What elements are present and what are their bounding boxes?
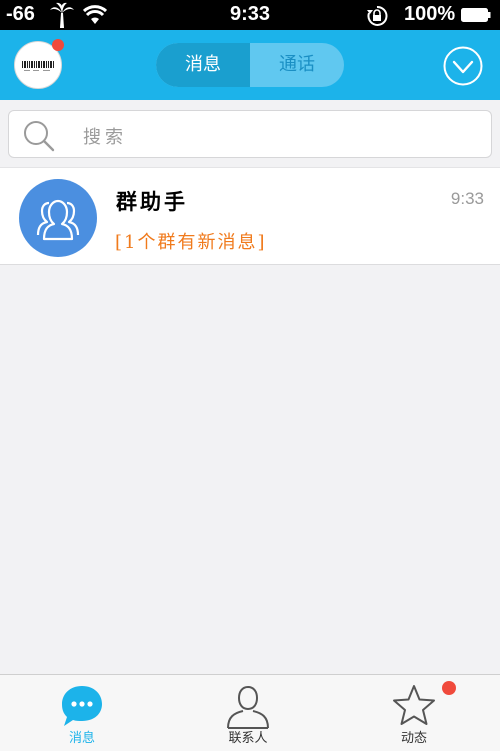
list-item[interactable]: 群助手 9:33 [1个群有新消息] [0, 168, 500, 264]
tabbar-label: 消息 [68, 731, 95, 746]
conversation-list: 群助手 9:33 [1个群有新消息] [0, 167, 500, 265]
chat-bubble-icon [62, 686, 102, 726]
conversation-preview: [1个群有新消息] [115, 232, 267, 253]
conversation-title: 群助手 [116, 189, 188, 214]
group-avatar [19, 179, 97, 257]
star-icon [393, 685, 435, 725]
segmented-control: 消息 通话 [156, 43, 344, 87]
notification-dot [442, 681, 456, 695]
tab-calls[interactable]: 通话 [250, 43, 344, 87]
tabbar-item-messages[interactable]: 消息 [32, 675, 132, 751]
tabbar-label: 动态 [400, 731, 427, 746]
battery-percent: 100% [404, 3, 456, 25]
search-bar[interactable]: 搜索 [8, 110, 492, 158]
search-icon [24, 121, 55, 152]
user-avatar[interactable] [14, 39, 64, 89]
battery-icon [461, 8, 491, 22]
conversation-time: 9:33 [450, 189, 484, 208]
tabbar-item-feed[interactable]: 动态 [364, 675, 464, 751]
notification-dot [52, 39, 64, 51]
status-bar: -66 9:33 100% [0, 0, 500, 30]
rotation-lock-icon [367, 5, 388, 26]
group-people-icon [36, 199, 80, 241]
chevron-down-icon[interactable] [443, 46, 483, 86]
search-placeholder: 搜索 [83, 127, 127, 148]
tabbar-label: 联系人 [228, 731, 268, 746]
bottom-tab-bar: 消息 联系人 动态 [0, 674, 500, 751]
tab-messages[interactable]: 消息 [156, 43, 250, 87]
nav-header: 消息 通话 [0, 30, 500, 100]
person-icon [227, 686, 269, 729]
tabbar-item-contacts[interactable]: 联系人 [198, 675, 298, 751]
